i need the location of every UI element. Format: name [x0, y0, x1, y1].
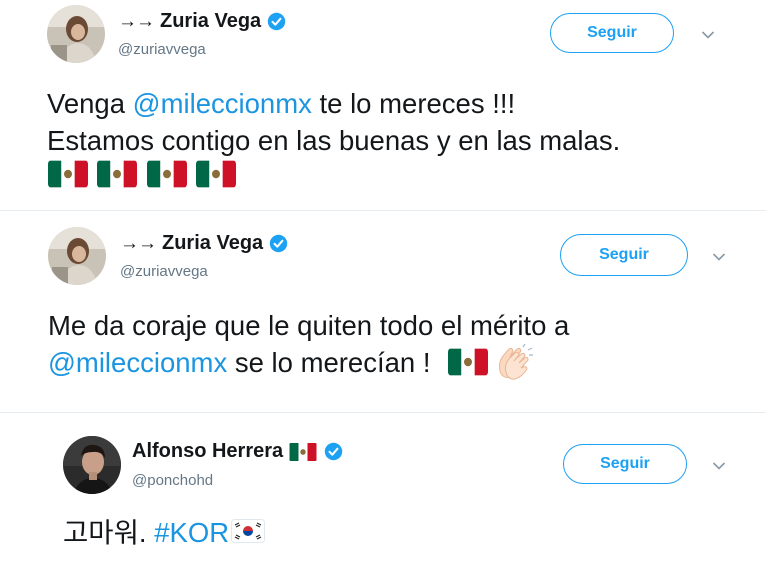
mexico-flag-icon: [196, 160, 237, 188]
tweet-2: →→ Zuria Vega @zuriavvega Seguir Me da c…: [0, 211, 766, 411]
tweet-text-line-1: Me da coraje que le quiten todo el mérit…: [48, 310, 570, 341]
follow-button[interactable]: Seguir: [550, 13, 674, 53]
mexico-flag-icon: [48, 160, 88, 188]
author-name[interactable]: Zuria Vega: [160, 10, 261, 33]
tweet-1: →→ Zuria Vega @zuriavvega Seguir Venga @…: [0, 0, 766, 205]
avatar[interactable]: [63, 436, 121, 494]
tweet-text-line-2: Estamos contigo en las buenas y en las m…: [47, 122, 620, 160]
author-handle[interactable]: @zuriavvega: [118, 41, 206, 58]
tweet-text: 고마워. #KOR: [63, 514, 266, 552]
follow-button[interactable]: Seguir: [563, 444, 687, 484]
author-name[interactable]: Zuria Vega: [162, 232, 263, 255]
chevron-down-icon[interactable]: [712, 252, 726, 262]
mention-link[interactable]: @mileccionmx: [48, 347, 227, 378]
avatar[interactable]: [47, 5, 105, 63]
text-segment: 고마워.: [63, 517, 155, 548]
chevron-down-icon[interactable]: [712, 461, 726, 471]
tweet-text-line-2: @mileccionmx se lo merecían !: [48, 344, 535, 382]
tweet-3: Alfonso Herrera @ponchohd Seguir 고마워. #K…: [0, 413, 766, 569]
chevron-down-icon[interactable]: [701, 30, 715, 40]
avatar[interactable]: [48, 227, 106, 285]
tweet-text-line-1: Venga @mileccionmx te lo mereces !!!: [47, 85, 515, 123]
mexico-flag-icon: [97, 160, 138, 188]
text-segment: te lo mereces !!!: [311, 88, 516, 119]
text-segment: Estamos contigo en las buenas y en las m…: [47, 125, 621, 156]
name-prefix: →→: [118, 10, 155, 32]
verified-badge-icon: [267, 12, 286, 31]
mexico-flag-icon: [289, 442, 317, 461]
author-handle[interactable]: @zuriavvega: [120, 263, 208, 280]
follow-button[interactable]: Seguir: [560, 234, 688, 276]
author-row: Alfonso Herrera: [132, 440, 343, 463]
clapping-hands-icon: [499, 344, 534, 380]
timeline: →→ Zuria Vega @zuriavvega Seguir Venga @…: [0, 0, 766, 569]
name-prefix: →→: [120, 232, 157, 254]
author-row: →→ Zuria Vega: [120, 232, 288, 255]
author-row: →→ Zuria Vega: [118, 10, 286, 33]
mexico-flag-icon: [146, 160, 187, 188]
south-korea-flag-icon: [231, 519, 266, 543]
hashtag-link[interactable]: #KOR: [154, 517, 229, 548]
verified-badge-icon: [269, 234, 288, 253]
author-handle[interactable]: @ponchohd: [132, 472, 213, 489]
mention-link[interactable]: @mileccionmx: [133, 88, 312, 119]
text-segment: Venga: [47, 88, 133, 119]
text-segment: se lo merecían !: [227, 347, 439, 378]
author-name[interactable]: Alfonso Herrera: [132, 440, 283, 463]
verified-badge-icon: [324, 442, 343, 461]
mexico-flag-icon: [448, 348, 489, 376]
flags-row: [48, 160, 241, 189]
